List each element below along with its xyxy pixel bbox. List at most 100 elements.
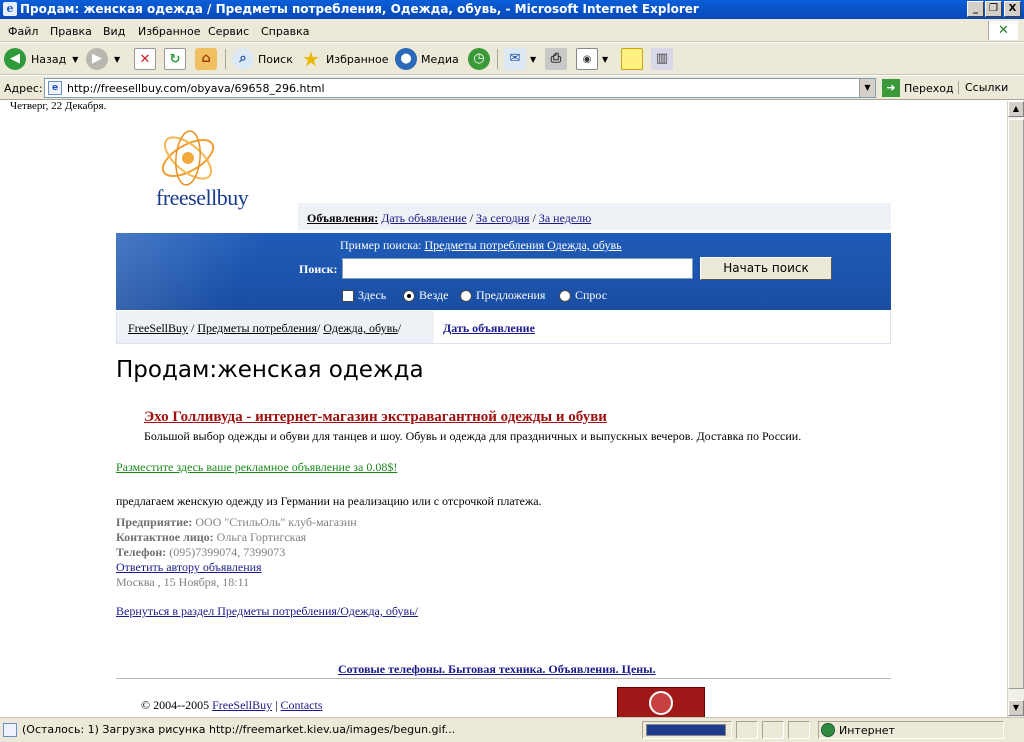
chevron-down-icon[interactable]: ▼: [602, 55, 608, 64]
links-button[interactable]: Ссылки: [958, 81, 1008, 94]
history-button[interactable]: ◷: [468, 47, 490, 71]
copyright-link[interactable]: FreeSellBuy: [212, 698, 272, 712]
search-icon: ⌕: [232, 48, 254, 70]
home-icon: ⌂: [195, 48, 217, 70]
research-icon: ▥: [651, 48, 673, 70]
breadcrumb-consumer-goods[interactable]: Предметы потребления: [197, 321, 317, 335]
history-icon: ◷: [468, 48, 490, 70]
sponsored-ad-text: Большой выбор одежды и обуви для танцев …: [144, 429, 802, 443]
banner-logo-icon: [649, 691, 673, 715]
scroll-thumb[interactable]: [1008, 119, 1024, 689]
menu-bar: Файл Правка Вид Избранное Сервис Справка…: [0, 19, 1024, 42]
breadcrumb-trail: FreeSellBuy / Предметы потребления/ Одеж…: [128, 321, 402, 335]
address-label: Адрес:: [4, 82, 43, 95]
option-offers[interactable]: Предложения: [460, 288, 545, 303]
menu-edit[interactable]: Правка: [50, 25, 92, 38]
back-arrow-icon: ◀: [4, 48, 26, 70]
chevron-down-icon[interactable]: ▼: [72, 55, 78, 64]
contacts-link[interactable]: Contacts: [281, 698, 323, 712]
go-button[interactable]: ➜ Переход: [882, 79, 954, 97]
research-button[interactable]: ▥: [651, 47, 673, 71]
menu-tools[interactable]: Сервис: [208, 25, 249, 38]
reply-author-link[interactable]: Ответить автору объявления: [116, 560, 262, 575]
stop-button[interactable]: ✕: [134, 47, 156, 71]
toolbar-separator: [497, 49, 498, 69]
refresh-button[interactable]: ↻: [164, 47, 186, 71]
media-label: Медиа: [421, 52, 459, 66]
scroll-down-icon[interactable]: ▼: [1008, 700, 1024, 716]
close-button[interactable]: X: [1004, 1, 1021, 17]
today-link[interactable]: За сегодня: [476, 211, 529, 225]
option-everywhere-label: Везде: [419, 288, 449, 302]
search-example-label: Пример поиска:: [340, 238, 422, 252]
scroll-up-icon[interactable]: ▲: [1008, 101, 1024, 117]
here-checkbox[interactable]: [342, 289, 354, 302]
status-cell: [788, 721, 810, 739]
stop-icon: ✕: [134, 48, 156, 70]
chevron-down-icon[interactable]: ▼: [114, 55, 120, 64]
banner-ad[interactable]: [617, 687, 705, 717]
minimize-button[interactable]: _: [967, 1, 984, 17]
discuss-button[interactable]: [621, 47, 643, 71]
menu-file[interactable]: Файл: [8, 25, 38, 38]
favorites-button[interactable]: ★ Избранное: [300, 47, 388, 71]
phone-row: Телефон: (095)7399074, 7399073: [116, 545, 285, 560]
offers-radio[interactable]: [460, 289, 472, 302]
demand-radio[interactable]: [559, 289, 571, 302]
back-to-section-link[interactable]: Вернуться в раздел Предметы потребления/…: [116, 604, 418, 619]
breadcrumb-home[interactable]: FreeSellBuy: [128, 321, 188, 335]
chevron-down-icon[interactable]: ▼: [530, 55, 536, 64]
option-everywhere[interactable]: Везде: [403, 288, 448, 303]
forward-arrow-icon: ▶: [86, 48, 108, 70]
breadcrumb-give-ad-link[interactable]: Дать объявление: [443, 321, 535, 336]
ads-separator: /: [532, 211, 536, 225]
option-offers-label: Предложения: [476, 288, 546, 302]
search-panel-decoration: [116, 233, 326, 310]
week-link[interactable]: За неделю: [539, 211, 591, 225]
address-bar: Адрес: e http://freesellbuy.com/obyava/6…: [0, 76, 1024, 100]
print-button[interactable]: ⎙: [545, 47, 567, 71]
chevron-down-icon[interactable]: ▼: [859, 79, 875, 97]
contact-row: Контактное лицо: Ольга Гортигская: [116, 530, 306, 545]
page-title: Продам:женская одежда: [116, 357, 424, 383]
give-ad-link[interactable]: Дать объявление: [381, 211, 466, 225]
start-search-button[interactable]: Начать поиск: [700, 257, 832, 280]
search-example-link[interactable]: Предметы потребления Одежда, обувь: [425, 238, 622, 252]
search-panel: Пример поиска: Предметы потребления Одеж…: [116, 233, 891, 310]
title-bar: e Продам: женская одежда / Предметы потр…: [0, 0, 1024, 19]
home-button[interactable]: ⌂: [195, 47, 217, 71]
security-zone: Интернет: [818, 721, 1004, 739]
windows-logo-icon: ✕: [988, 21, 1018, 40]
search-button[interactable]: ⌕ Поиск: [232, 47, 293, 71]
breadcrumb-clothing[interactable]: Одежда, обувь: [323, 321, 397, 335]
media-button[interactable]: ● Медиа: [395, 47, 459, 71]
toolbar: ◀ Назад ▼ ▶ ▼ ✕ ↻ ⌂ ⌕ Поиск ★ Избранное …: [0, 43, 1024, 75]
page-icon: e: [48, 81, 62, 95]
menu-help[interactable]: Справка: [261, 25, 309, 38]
footer-divider: [116, 678, 891, 679]
sponsored-ad-title[interactable]: Эхо Голливуда - интернет-магазин экстрав…: [144, 409, 607, 426]
menu-view[interactable]: Вид: [103, 25, 125, 38]
vertical-scrollbar[interactable]: ▲ ▼: [1007, 101, 1024, 717]
edit-button[interactable]: ◉ ▼: [576, 47, 608, 71]
back-button[interactable]: ◀ Назад ▼: [4, 47, 78, 71]
address-url[interactable]: http://freesellbuy.com/obyava/69658_296.…: [67, 82, 325, 95]
footer-links[interactable]: Сотовые телефоны. Бытовая техника. Объяв…: [338, 662, 656, 677]
menu-favorites[interactable]: Избранное: [138, 25, 200, 38]
mail-icon: ✉: [504, 48, 526, 70]
progress-bar: [646, 724, 726, 736]
place-ad-link[interactable]: Разместите здесь ваше рекламное объявлен…: [116, 460, 397, 475]
mail-button[interactable]: ✉ ▼: [504, 47, 536, 71]
everywhere-radio[interactable]: [403, 289, 415, 302]
option-here[interactable]: Здесь: [342, 288, 386, 303]
page-content: Четверг, 22 Декабря. freesellbuy Объявле…: [0, 101, 1007, 717]
address-input[interactable]: e http://freesellbuy.com/obyava/69658_29…: [44, 78, 876, 98]
option-demand[interactable]: Спрос: [559, 288, 607, 303]
search-input[interactable]: [342, 258, 693, 279]
site-logo[interactable]: freesellbuy: [152, 125, 272, 215]
ads-bar: Объявления: Дать объявление / За сегодня…: [298, 203, 891, 230]
maximize-button[interactable]: ❐: [985, 1, 1002, 17]
forward-button[interactable]: ▶ ▼: [86, 47, 120, 71]
company-row: Предприятие: ООО "СтильОль" клуб-магазин: [116, 515, 357, 530]
option-here-label: Здесь: [358, 288, 387, 302]
